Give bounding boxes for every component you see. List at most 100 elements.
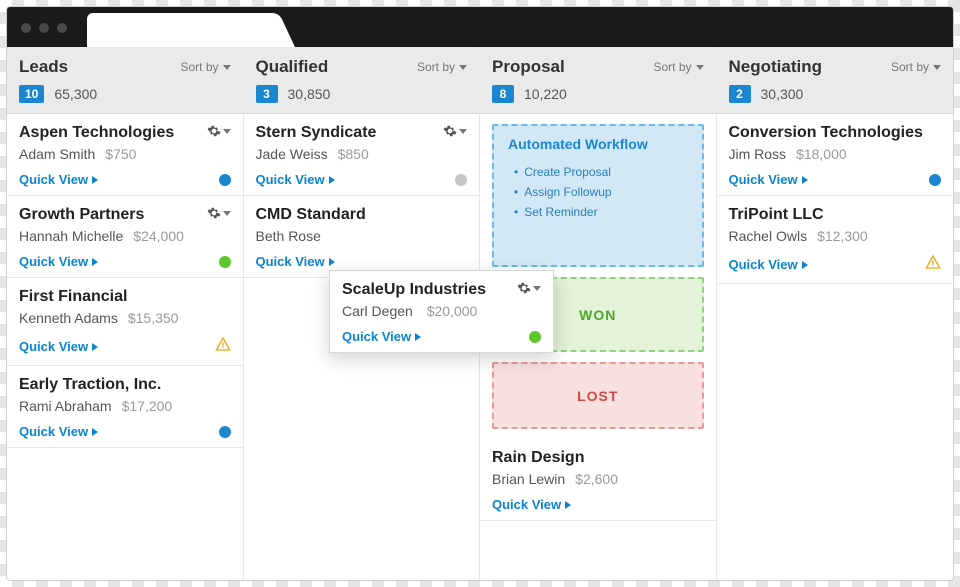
status-dot	[529, 331, 541, 343]
caret-down-icon	[696, 65, 704, 70]
column-header: Negotiating Sort by 2 30,300	[717, 47, 954, 114]
caret-down-icon	[459, 129, 467, 134]
status-dot	[929, 174, 941, 186]
card-company: Stern Syndicate	[256, 124, 377, 142]
card-list: Stern SyndicateJade Weiss$850Quick View …	[244, 114, 480, 278]
caret-down-icon	[223, 129, 231, 134]
card-company: CMD Standard	[256, 206, 366, 224]
play-icon	[329, 258, 335, 266]
caret-down-icon	[533, 286, 541, 291]
count-badge: 8	[492, 85, 514, 103]
card-value: $750	[105, 146, 136, 162]
card-company: ScaleUp Industries	[342, 281, 486, 299]
deal-card[interactable]: Aspen Technologies Adam Smith $750 Quick Vi…	[7, 114, 243, 196]
caret-down-icon	[933, 65, 941, 70]
deal-card[interactable]: Growth PartnersHannah Michelle$24,000Qui…	[7, 196, 243, 278]
sort-by-button[interactable]: Sort by	[891, 60, 941, 74]
warning-icon	[925, 254, 941, 275]
play-icon	[92, 343, 98, 351]
play-icon	[92, 428, 98, 436]
dragging-card[interactable]: ScaleUp Industries Carl Degen $20,000 Qu…	[329, 270, 554, 353]
deal-card[interactable]: Early Traction, Inc.Rami Abraham$17,200Q…	[7, 366, 243, 448]
gear-icon[interactable]	[207, 206, 231, 220]
caret-down-icon	[459, 65, 467, 70]
sort-by-button[interactable]: Sort by	[417, 60, 467, 74]
card-value: $15,350	[128, 310, 179, 326]
quick-view-link[interactable]: Quick View	[492, 497, 571, 512]
play-icon	[802, 176, 808, 184]
sort-by-button[interactable]: Sort by	[180, 60, 230, 74]
deal-card[interactable]: Rain Design Brian Lewin $2,600 Quick View	[480, 439, 716, 521]
card-company: Growth Partners	[19, 206, 144, 224]
card-company: Aspen Technologies	[19, 124, 174, 142]
card-value: $18,000	[796, 146, 847, 162]
card-company: Conversion Technologies	[729, 124, 923, 142]
card-contact: Jim Ross	[729, 146, 787, 162]
play-icon	[92, 258, 98, 266]
card-company: Rain Design	[492, 449, 584, 467]
quick-view-link[interactable]: Quick View	[729, 172, 808, 187]
card-contact: Carl Degen	[342, 303, 413, 319]
card-value: $20,000	[427, 303, 478, 319]
card-contact: Brian Lewin	[492, 471, 565, 487]
column-header: Qualified Sort by 3 30,850	[244, 47, 480, 114]
status-dot	[219, 256, 231, 268]
card-value: $2,600	[575, 471, 618, 487]
workflow-title: Automated Workflow	[508, 136, 688, 152]
card-contact: Rachel Owls	[729, 228, 808, 244]
traffic-lights	[7, 23, 67, 47]
card-contact: Jade Weiss	[256, 146, 328, 162]
quick-view-link[interactable]: Quick View	[19, 172, 98, 187]
warning-icon	[215, 336, 231, 357]
play-icon	[565, 501, 571, 509]
quick-view-link[interactable]: Quick View	[256, 172, 335, 187]
card-contact: Rami Abraham	[19, 398, 112, 414]
card-value: $24,000	[133, 228, 184, 244]
browser-tab[interactable]	[87, 13, 277, 47]
gear-icon[interactable]	[517, 281, 541, 295]
card-value: $12,300	[817, 228, 868, 244]
quick-view-link[interactable]: Quick View	[342, 329, 421, 344]
column-leads: LeadsSort by 1065,300Aspen TechnologiesA…	[7, 47, 244, 580]
quick-view-link[interactable]: Quick View	[19, 339, 98, 354]
column-total: 30,300	[761, 86, 804, 102]
deal-card[interactable]: CMD Standard Beth Rose Quick View	[244, 196, 480, 278]
column-total: 65,300	[54, 86, 97, 102]
count-badge: 2	[729, 85, 751, 103]
play-icon	[329, 176, 335, 184]
quick-view-link[interactable]: Quick View	[256, 254, 335, 269]
caret-down-icon	[223, 65, 231, 70]
quick-view-link[interactable]: Quick View	[729, 257, 808, 272]
deal-card[interactable]: TriPoint LLC Rachel Owls $12,300 Quick View	[717, 196, 954, 284]
column-header: LeadsSort by 1065,300	[7, 47, 243, 114]
gear-icon[interactable]	[443, 124, 467, 138]
card-contact: Beth Rose	[256, 228, 321, 244]
deal-card[interactable]: First FinancialKenneth Adams$15,350Quick…	[7, 278, 243, 366]
titlebar	[7, 7, 953, 47]
deal-card[interactable]: Conversion Technologies Jim Ross $18,000 Qu…	[717, 114, 954, 196]
card-contact: Kenneth Adams	[19, 310, 118, 326]
status-dot	[219, 174, 231, 186]
column-total: 30,850	[288, 86, 331, 102]
gear-icon[interactable]	[207, 124, 231, 138]
card-list: Conversion Technologies Jim Ross $18,000 Qu…	[717, 114, 954, 284]
card-contact: Adam Smith	[19, 146, 95, 162]
card-list: Aspen Technologies Adam Smith $750 Quick Vi…	[7, 114, 243, 448]
quick-view-link[interactable]: Quick View	[19, 254, 98, 269]
play-icon	[802, 261, 808, 269]
lost-dropzone[interactable]: LOST	[492, 362, 704, 429]
status-dot	[455, 174, 467, 186]
column-title: Negotiating	[729, 57, 823, 77]
count-badge: 10	[19, 85, 44, 103]
sort-by-button[interactable]: Sort by	[653, 60, 703, 74]
workflow-item: Assign Followup	[514, 182, 688, 202]
deal-card[interactable]: Stern SyndicateJade Weiss$850Quick View	[244, 114, 480, 196]
count-badge: 3	[256, 85, 278, 103]
column-title: Proposal	[492, 57, 565, 77]
column-negotiating: Negotiating Sort by 2 30,300 Conversion Tec…	[717, 47, 954, 580]
quick-view-link[interactable]: Quick View	[19, 424, 98, 439]
workflow-dropzone[interactable]: Automated WorkflowCreate ProposalAssign …	[492, 124, 704, 267]
column-title: Qualified	[256, 57, 329, 77]
card-company: TriPoint LLC	[729, 206, 824, 224]
card-company: Early Traction, Inc.	[19, 376, 161, 394]
